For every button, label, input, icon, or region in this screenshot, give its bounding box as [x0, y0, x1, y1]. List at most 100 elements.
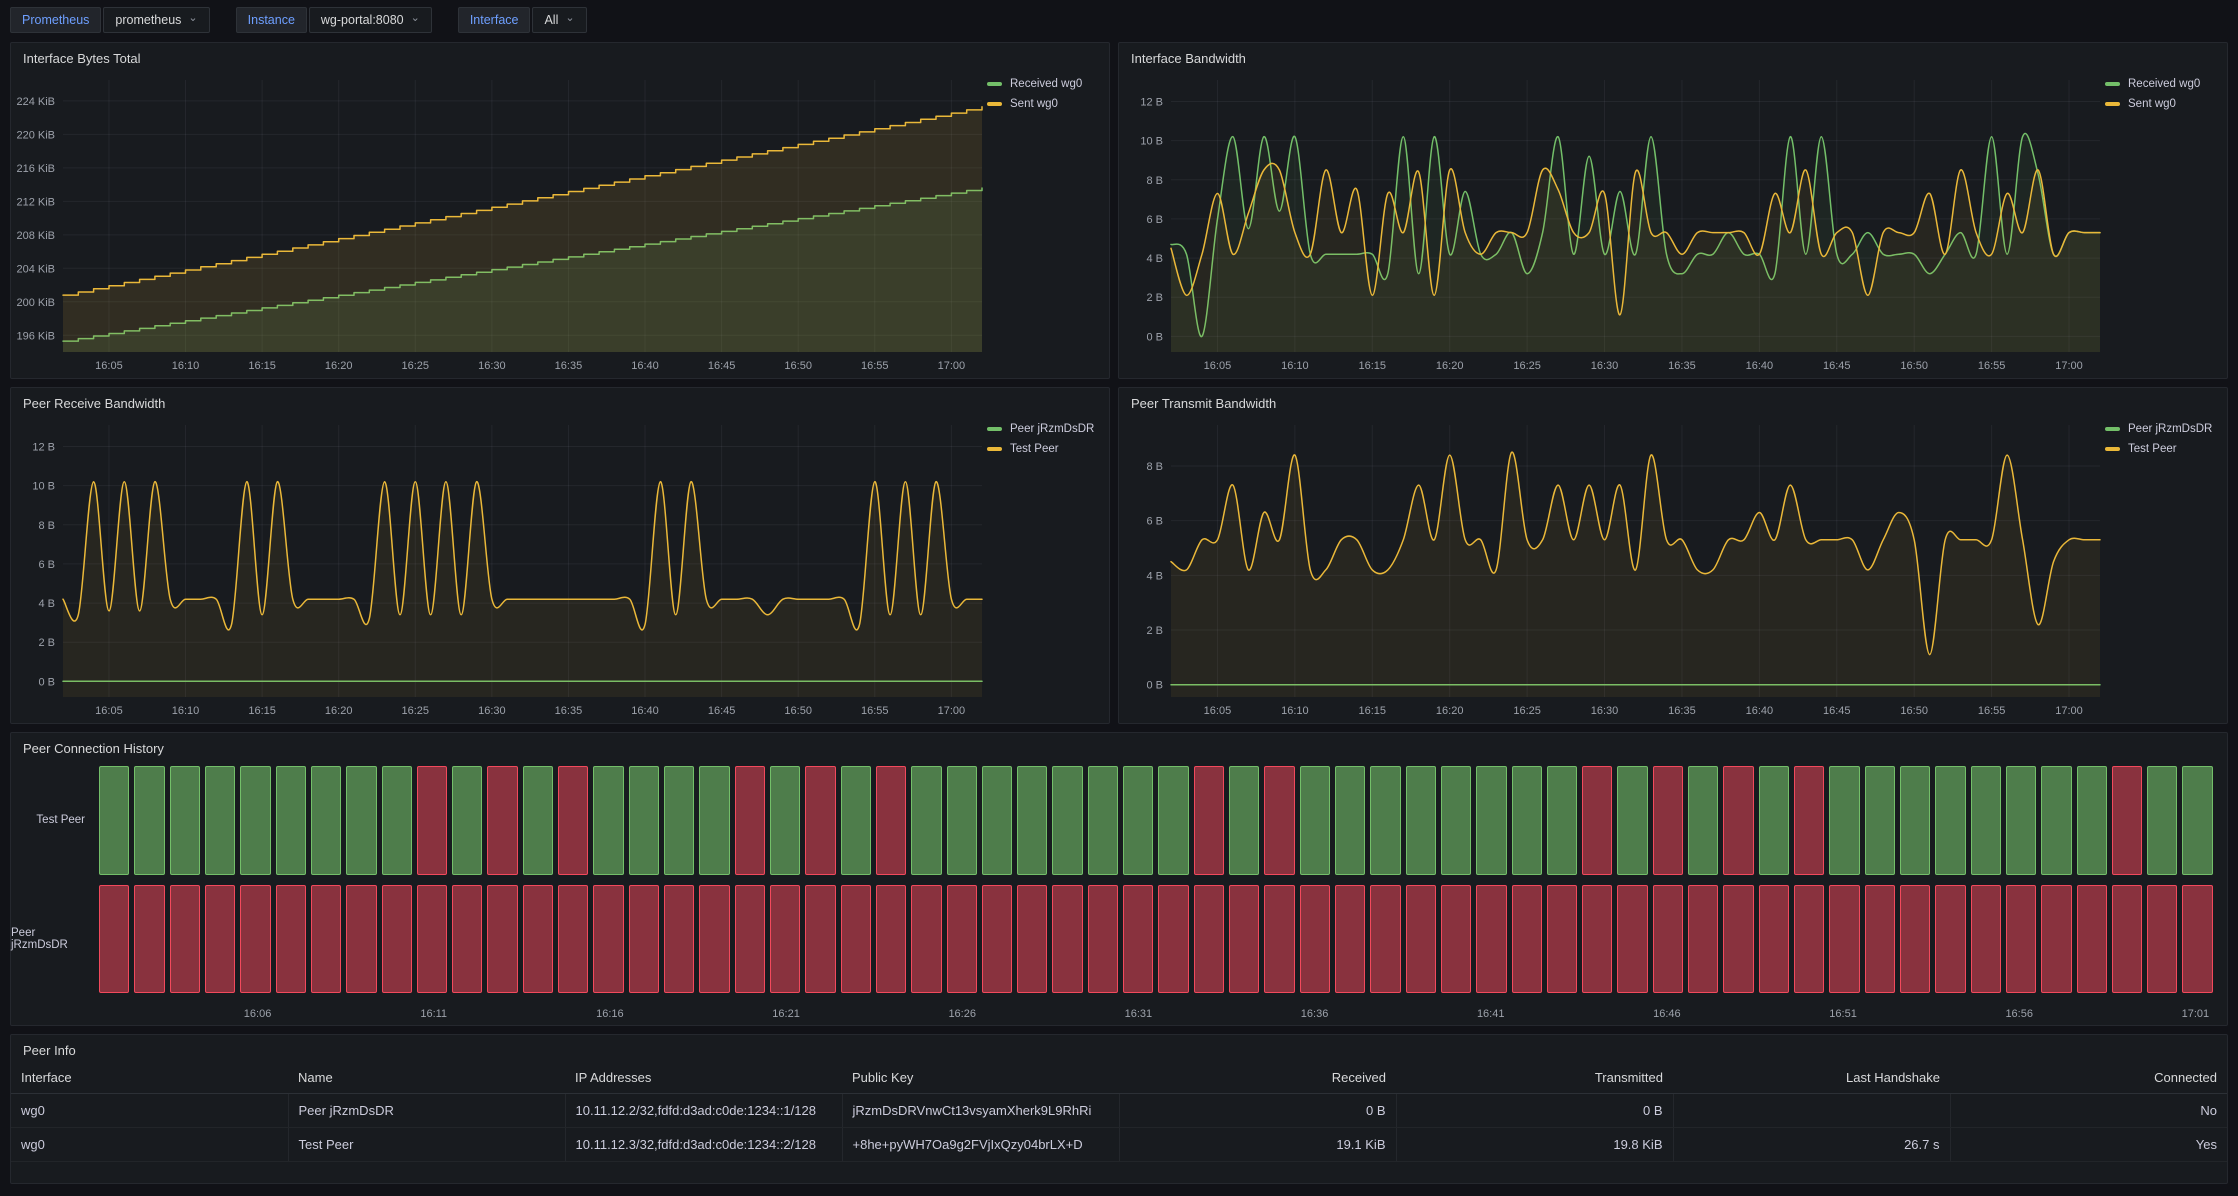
panel-peer-info: Peer Info InterfaceNameIP AddressesPubli…: [10, 1034, 2228, 1184]
interface-variable-select[interactable]: All ⌄: [532, 7, 586, 33]
line-chart: 16:0516:1016:1516:2016:2516:3016:3516:40…: [11, 413, 987, 723]
column-header-public-key[interactable]: Public Key: [842, 1062, 1119, 1094]
x-axis-label: 16:40: [1746, 360, 1774, 372]
column-header-name[interactable]: Name: [288, 1062, 565, 1094]
state-bar-disconnected: [382, 885, 412, 994]
panel-title[interactable]: Peer Transmit Bandwidth: [1119, 388, 2227, 413]
cell-received: 0 B: [1119, 1094, 1396, 1128]
state-bar-disconnected: [1829, 885, 1859, 994]
legend-series-label: Sent wg0: [2128, 98, 2176, 110]
column-header-connected[interactable]: Connected: [1950, 1062, 2227, 1094]
state-bar-disconnected: [2112, 766, 2142, 875]
cell-ip-addresses: 10.11.12.2/32,fdfd:d3ad:c0de:1234::1/128: [565, 1094, 842, 1128]
interface-variable-label[interactable]: Interface: [458, 7, 531, 33]
state-timeline: Test PeerPeer jRzmDsDR: [11, 758, 2227, 1005]
panel-body: 16:0516:1016:1516:2016:2516:3016:3516:40…: [1119, 413, 2227, 723]
state-bar-disconnected: [735, 885, 765, 994]
legend-series-swatch: [2105, 447, 2120, 451]
panel-title[interactable]: Peer Info: [11, 1035, 2227, 1060]
series-area: [1171, 452, 2100, 697]
state-bar-connected: [1123, 766, 1153, 875]
instance-variable-label[interactable]: Instance: [236, 7, 307, 33]
state-bar-disconnected: [1194, 885, 1224, 994]
interface-variable-group: Interface All ⌄: [458, 7, 587, 33]
y-axis-label: 12 B: [1140, 97, 1163, 109]
state-bar-disconnected: [1335, 885, 1365, 994]
table-row: wg0Test Peer10.11.12.3/32,fdfd:d3ad:c0de…: [11, 1128, 2227, 1162]
instance-variable-select[interactable]: wg-portal:8080 ⌄: [309, 7, 432, 33]
x-axis-label: 16:05: [95, 705, 123, 717]
column-header-transmitted[interactable]: Transmitted: [1396, 1062, 1673, 1094]
legend-item[interactable]: Received wg0: [987, 78, 1109, 90]
state-bar-disconnected: [1723, 766, 1753, 875]
x-axis-label: 16:36: [1301, 1008, 1329, 1020]
y-axis-label: 6 B: [1146, 516, 1163, 528]
state-bar-disconnected: [240, 885, 270, 994]
state-bar-connected: [841, 766, 871, 875]
x-axis-label: 17:00: [938, 705, 966, 717]
y-axis-label: 196 KiB: [16, 330, 55, 342]
cell-last-handshake: 26.7 s: [1673, 1128, 1950, 1162]
y-axis-label: 12 B: [32, 442, 55, 454]
column-header-received[interactable]: Received: [1119, 1062, 1396, 1094]
column-header-last-handshake[interactable]: Last Handshake: [1673, 1062, 1950, 1094]
state-bar-disconnected: [629, 885, 659, 994]
panel-title[interactable]: Interface Bytes Total: [11, 43, 1109, 68]
series-area: [63, 107, 982, 352]
state-bar-connected: [276, 766, 306, 875]
legend-item[interactable]: Sent wg0: [2105, 98, 2227, 110]
instance-variable-group: Instance wg-portal:8080 ⌄: [236, 7, 432, 33]
y-axis-label: 0 B: [1146, 331, 1163, 343]
legend-item[interactable]: Test Peer: [2105, 443, 2227, 455]
x-axis-label: 16:31: [1125, 1008, 1153, 1020]
x-axis-label: 16:50: [1900, 705, 1928, 717]
state-bar-connected: [99, 766, 129, 875]
datasource-variable-select[interactable]: prometheus ⌄: [103, 7, 209, 33]
y-axis-label: 2 B: [1146, 625, 1163, 637]
chevron-down-icon: ⌄: [411, 13, 420, 24]
x-axis-label: 16:21: [772, 1008, 800, 1020]
x-axis-label: 16:15: [248, 705, 276, 717]
state-bar-disconnected: [1017, 885, 1047, 994]
column-header-ip-addresses[interactable]: IP Addresses: [565, 1062, 842, 1094]
x-axis-label: 16:10: [172, 360, 200, 372]
legend-item[interactable]: Sent wg0: [987, 98, 1109, 110]
x-axis-label: 16:45: [708, 360, 736, 372]
y-axis-label: 2 B: [1146, 292, 1163, 304]
x-axis-label: 16:35: [555, 360, 583, 372]
legend-item[interactable]: Peer jRzmDsDR: [2105, 423, 2227, 435]
instance-variable-value: wg-portal:8080: [321, 13, 404, 27]
x-axis-label: 16:50: [784, 360, 812, 372]
datasource-variable-label[interactable]: Prometheus: [10, 7, 101, 33]
table-wrap: InterfaceNameIP AddressesPublic KeyRecei…: [11, 1060, 2227, 1183]
x-axis-label: 16:35: [555, 705, 583, 717]
x-axis-label: 16:20: [1436, 360, 1464, 372]
chart-legend: Received wg0 Sent wg0: [987, 68, 1109, 378]
state-bar-connected: [240, 766, 270, 875]
state-bar-disconnected: [982, 885, 1012, 994]
x-axis-label: 16:25: [1513, 360, 1541, 372]
cell-transmitted: 19.8 KiB: [1396, 1128, 1673, 1162]
dashboard-grid: Interface Bytes Total 16:0516:1016:1516:…: [0, 34, 2238, 1196]
state-bar-disconnected: [1441, 885, 1471, 994]
state-bar-disconnected: [2182, 885, 2212, 994]
panel-title[interactable]: Peer Connection History: [11, 733, 2227, 758]
state-bar-disconnected: [1865, 885, 1895, 994]
legend-item[interactable]: Received wg0: [2105, 78, 2227, 90]
state-bar-disconnected: [1158, 885, 1188, 994]
column-header-interface[interactable]: Interface: [11, 1062, 288, 1094]
cell-public-key: jRzmDsDRVnwCt13vsyamXherk9L9RhRi: [842, 1094, 1119, 1128]
x-axis-label: 16:20: [325, 360, 353, 372]
panel-title[interactable]: Interface Bandwidth: [1119, 43, 2227, 68]
state-bar-connected: [593, 766, 623, 875]
legend-item[interactable]: Peer jRzmDsDR: [987, 423, 1109, 435]
state-bar-disconnected: [2006, 885, 2036, 994]
state-bar-disconnected: [664, 885, 694, 994]
x-axis-label: 16:20: [1436, 705, 1464, 717]
state-bar-disconnected: [1229, 885, 1259, 994]
panel-title[interactable]: Peer Receive Bandwidth: [11, 388, 1109, 413]
legend-item[interactable]: Test Peer: [987, 443, 1109, 455]
y-axis-label: 10 B: [1140, 136, 1163, 148]
state-bar-connected: [452, 766, 482, 875]
state-bar-connected: [1617, 766, 1647, 875]
